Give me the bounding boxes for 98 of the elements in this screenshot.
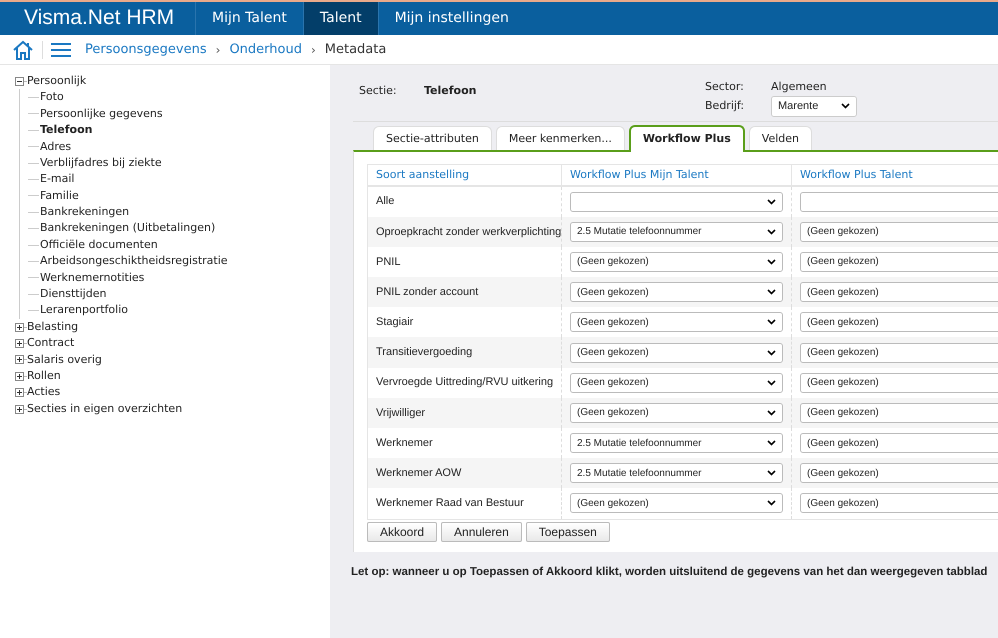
tree-node[interactable]: Acties	[27, 384, 60, 401]
tree-item[interactable]: Foto	[40, 89, 64, 106]
tree-node[interactable]: Persoonlijk	[27, 72, 86, 90]
tree-item[interactable]: Officiële documenten	[40, 236, 158, 254]
expand-icon[interactable]	[15, 388, 24, 398]
table-cell-text: Stagiair	[375, 315, 414, 330]
action-button[interactable]: Akkoord	[367, 522, 438, 542]
dropdown[interactable]: (Geen gekozen)	[800, 222, 998, 242]
table-cell-text: Werknemer Raad van Bestuur	[375, 496, 525, 512]
table-cell-text: Vrijwilliger	[375, 406, 426, 421]
table-cell-text: Werknemer	[375, 436, 434, 451]
dropdown[interactable]: (Geen gekozen)	[570, 402, 783, 423]
tree-item[interactable]: Adres	[40, 138, 72, 156]
tree-item[interactable]: Diensttijden	[40, 286, 106, 303]
breadcrumb-separator: ›	[310, 42, 316, 58]
tree-item[interactable]: Bankrekeningen	[40, 204, 130, 221]
dropdown[interactable]: (Geen gekozen)	[800, 282, 998, 302]
tree-item[interactable]: Verblijfadres bij ziekte	[40, 154, 162, 172]
tree-item[interactable]: Lerarenportfolio	[40, 302, 128, 319]
tree-node[interactable]: Secties in eigen overzichten	[27, 400, 182, 418]
table-cell-text: Vervroegde Uittreding/RVU uitkering	[375, 375, 554, 390]
caret-icon	[767, 228, 776, 235]
dropdown[interactable]: 2.5 Mutatie telefoonnummer	[570, 463, 783, 484]
table-cell-text: PNIL zonder account	[375, 284, 480, 300]
tree-item[interactable]: Persoonlijke gegevens	[40, 106, 163, 122]
breadcrumb-link[interactable]: Onderhoud	[229, 40, 302, 60]
tab[interactable]: Velden	[748, 126, 812, 150]
caret-icon	[767, 410, 776, 416]
caret-icon	[767, 350, 776, 356]
dropdown[interactable]: (Geen gekozen)	[800, 433, 998, 454]
expand-icon[interactable]	[15, 404, 24, 414]
dropdown[interactable]: 2.5 Mutatie telefoonnummer	[570, 433, 783, 454]
dropdown[interactable]: (Geen gekozen)	[800, 402, 998, 423]
tree-node[interactable]: Belasting	[27, 318, 78, 336]
tree-item[interactable]: Familie	[40, 188, 79, 204]
nav-tab[interactable]: Talent	[302, 2, 378, 35]
tree-item[interactable]: Telefoon	[40, 122, 92, 139]
caret-icon	[767, 440, 776, 446]
caret-icon	[841, 103, 850, 109]
dropdown[interactable]: (Geen gekozen)	[800, 493, 998, 514]
tree-item[interactable]: Bankrekeningen (Uitbetalingen)	[40, 220, 216, 237]
action-button[interactable]: Annuleren	[441, 522, 522, 542]
expand-icon[interactable]	[15, 322, 24, 332]
nav-tab[interactable]: Mijn instellingen	[378, 2, 525, 35]
expand-icon[interactable]	[15, 355, 24, 364]
expand-icon[interactable]	[15, 372, 24, 381]
dropdown[interactable]: (Geen gekozen)	[800, 312, 998, 332]
expand-icon[interactable]	[15, 338, 24, 348]
company-dropdown[interactable]: Marente	[771, 96, 857, 116]
column-header[interactable]: Workflow Plus Mijn Talent	[561, 164, 791, 184]
sector-value: Algemeen	[771, 79, 827, 95]
tree-item[interactable]: Werknemernotities	[40, 270, 144, 286]
dropdown[interactable]: (Geen gekozen)	[800, 372, 998, 393]
dropdown[interactable]: (Geen gekozen)	[800, 463, 998, 484]
section-value: Telefoon	[424, 83, 476, 99]
collapse-icon[interactable]	[15, 76, 24, 86]
tree-item[interactable]: Arbeidsongeschiktheidsregistratie	[40, 253, 228, 270]
breadcrumb-current: Metadata	[324, 40, 386, 59]
dropdown[interactable]: (Geen gekozen)	[570, 312, 783, 332]
company-label: Bedrijf:	[705, 98, 746, 114]
table-cell-text: Werknemer AOW	[375, 466, 462, 482]
warning-note: Let op: wanneer u op Toepassen of Akkoord klikt, worden uitsluitend de gegevens van het dan weergegeven tabblad	[351, 564, 988, 580]
app-title: Visma.Net HRM	[23, 5, 176, 31]
table-cell-text: PNIL	[375, 254, 402, 270]
dropdown[interactable]: (Geen gekozen)	[800, 342, 998, 363]
caret-icon	[767, 198, 776, 205]
dropdown[interactable]: (Geen gekozen)	[570, 493, 783, 514]
caret-icon	[767, 380, 776, 386]
breadcrumb-separator: ›	[216, 42, 220, 58]
column-header[interactable]: Workflow Plus Talent	[791, 164, 998, 184]
table-cell-text: Alle	[375, 194, 396, 210]
tree-node[interactable]: Rollen	[27, 368, 61, 384]
dropdown[interactable]: (Geen gekozen)	[570, 372, 783, 393]
caret-icon	[767, 500, 776, 506]
tab[interactable]: Workflow Plus	[628, 124, 745, 152]
tab[interactable]: Sectie-attributen	[373, 126, 492, 150]
table-cell-text: Transitievergoeding	[375, 345, 474, 360]
caret-icon	[767, 289, 776, 296]
dropdown[interactable]: 2.5 Mutatie telefoonnummer	[570, 222, 783, 242]
tree-item[interactable]: E-mail	[40, 171, 74, 188]
section-label: Sectie:	[359, 83, 398, 99]
dropdown[interactable]: (Geen gekozen)	[570, 282, 783, 302]
caret-icon	[767, 319, 776, 326]
dropdown[interactable]: (Geen gekozen)	[800, 252, 998, 272]
sector-label: Sector:	[705, 79, 745, 95]
home-icon[interactable]	[12, 40, 34, 60]
table-cell-text: Oproepkracht zonder werkverplichting	[375, 224, 561, 240]
caret-icon	[767, 470, 776, 476]
dropdown[interactable]: (Geen gekozen)	[570, 252, 783, 272]
column-header[interactable]: Soort aanstelling	[368, 164, 561, 184]
breadcrumb-link[interactable]: Persoonsgegevens	[85, 40, 207, 60]
action-button[interactable]: Toepassen	[526, 522, 610, 542]
tree-node[interactable]: Contract	[27, 335, 74, 352]
tab[interactable]: Meer kenmerken...	[496, 126, 625, 150]
menu-icon[interactable]	[51, 42, 71, 56]
dropdown[interactable]: (Geen gekozen)	[570, 342, 783, 363]
caret-icon	[767, 258, 776, 265]
tree-node[interactable]: Salaris overig	[27, 352, 102, 368]
